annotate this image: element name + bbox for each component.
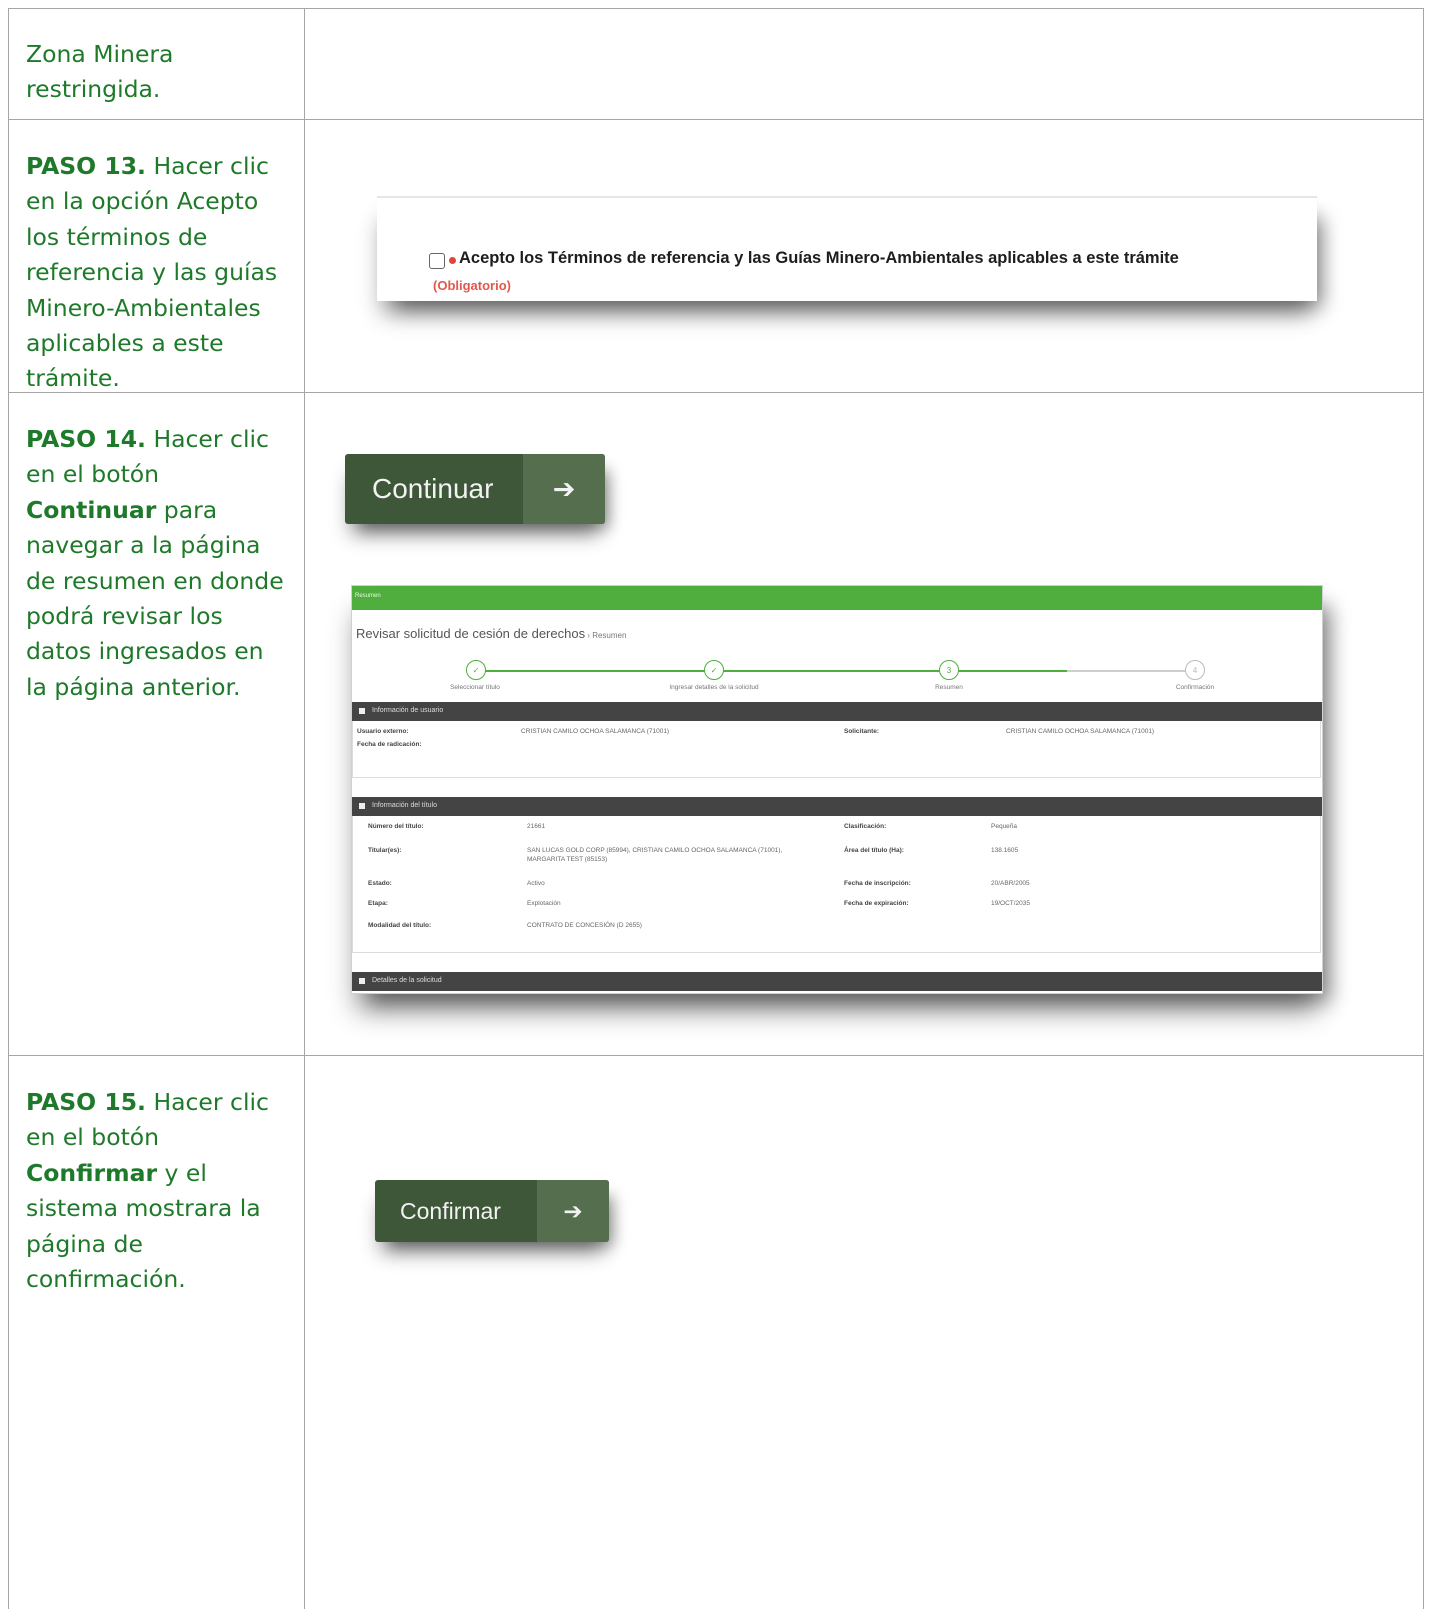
progress-line-pending — [1067, 670, 1187, 672]
step-label: Seleccionar título — [450, 684, 500, 691]
section-title: Detalles de la solicitud — [372, 977, 442, 984]
breadcrumb: › Resumen — [585, 631, 627, 640]
summary-header-bar: Resumen — [352, 586, 1322, 610]
row-paso-15: PASO 15. Hacer clic en el botón Confirma… — [9, 1056, 1423, 1609]
step-number: PASO 14. — [26, 425, 146, 453]
field-label: Modalidad del título: — [368, 922, 432, 929]
square-icon — [359, 803, 365, 809]
field-value: Explotación — [527, 900, 561, 907]
progress-line — [476, 670, 716, 672]
confirmar-button-label: Confirmar — [400, 1197, 501, 1224]
arrow-right-icon: ➔ — [523, 454, 605, 524]
step-number: PASO 13. — [26, 152, 146, 180]
field-label: Fecha de expiración: — [844, 900, 909, 907]
terms-acceptance-panel: Acepto los Términos de referencia y las … — [377, 196, 1317, 301]
field-value: 21661 — [527, 823, 546, 830]
field-value: CONTRATO DE CONCESIÓN (D 2655) — [527, 922, 642, 929]
step-description: para navegar a la página de resumen en d… — [26, 495, 284, 701]
summary-page-screenshot: Resumen Revisar solicitud de cesión de d… — [351, 585, 1323, 994]
progress-line — [716, 670, 947, 672]
summary-title: Revisar solicitud de cesión de derechos … — [356, 626, 626, 641]
field-label: Usuario externo: — [357, 728, 409, 735]
paso-14-text: PASO 14. Hacer clic en el botón Continua… — [26, 422, 286, 705]
field-value: CRISTIAN CAMILO OCHOA SALAMANCA (71001) — [521, 728, 670, 735]
summary-title-text: Revisar solicitud de cesión de derechos — [356, 626, 586, 641]
field-label: Estado: — [368, 880, 392, 887]
confirmar-button[interactable]: Confirmar ➔ — [375, 1180, 609, 1242]
row-zona-minera: Zona Minera restringida. — [9, 9, 1423, 120]
step-2-done-icon: ✓ — [704, 660, 724, 680]
terms-checkbox-label[interactable]: Acepto los Términos de referencia y las … — [459, 249, 1179, 268]
row-paso-13: PASO 13. Hacer clic en la opción Acepto … — [9, 120, 1423, 393]
step-4-pending: 4 — [1185, 660, 1205, 680]
user-icon — [359, 708, 365, 714]
paso-15-text: PASO 15. Hacer clic en el botón Confirma… — [26, 1085, 286, 1297]
confirmar-reference: Confirmar — [26, 1158, 158, 1187]
field-value: 20/ABR/2005 — [991, 880, 1030, 887]
title-info-section-header: Información del título — [352, 797, 1322, 816]
field-label: Fecha de inscripción: — [844, 880, 911, 887]
field-value: CRISTIAN CAMILO OCHOA SALAMANCA (71001) — [1006, 728, 1155, 735]
step-label: Confirmación — [1175, 684, 1215, 691]
square-icon — [359, 978, 365, 984]
required-hint: (Obligatorio) — [433, 278, 511, 293]
step-description: Hacer clic en la opción Acepto los térmi… — [26, 152, 278, 393]
field-label: Fecha de radicación: — [357, 741, 422, 748]
details-section-header: Detalles de la solicitud — [352, 972, 1322, 991]
field-label: Titular(es): — [368, 847, 402, 854]
arrow-right-icon: ➔ — [537, 1180, 609, 1242]
step-1-done-icon: ✓ — [466, 660, 486, 680]
row-paso-14: PASO 14. Hacer clic en el botón Continua… — [9, 393, 1423, 1056]
continuar-reference: Continuar — [26, 495, 157, 524]
step-number: PASO 15. — [26, 1088, 146, 1116]
terms-checkbox[interactable] — [429, 253, 445, 269]
field-value: Pequeña — [991, 823, 1018, 830]
field-value: Activo — [527, 880, 545, 887]
field-label: Etapa: — [368, 900, 388, 907]
step-label: Resumen — [935, 684, 963, 691]
zona-minera-text: Zona Minera restringida. — [26, 40, 174, 104]
section-title: Información del título — [372, 802, 437, 809]
field-label: Área del título (Ha): — [844, 847, 904, 854]
field-value: SAN LUCAS GOLD CORP (85994), CRISTIAN CA… — [527, 847, 783, 854]
required-indicator-icon — [449, 257, 456, 264]
paso-13-text: PASO 13. Hacer clic en la opción Acepto … — [26, 149, 286, 397]
instructions-table: Zona Minera restringida. PASO 13. Hacer … — [8, 8, 1424, 1609]
progress-line — [947, 670, 1067, 672]
title-info-box: Número del título: 21661 Clasificación: … — [352, 816, 1321, 953]
field-value: 19/OCT/2035 — [991, 900, 1031, 907]
user-info-box: Usuario externo: CRISTIAN CAMILO OCHOA S… — [352, 721, 1321, 778]
field-label: Número del título: — [368, 823, 424, 830]
step-label: Ingresar detalles de la solicitud — [669, 684, 759, 691]
continuar-button-label: Continuar — [372, 473, 494, 504]
field-label: Clasificación: — [844, 823, 887, 830]
user-info-section-header: Información de usuario — [352, 702, 1322, 721]
field-value: 138.1605 — [991, 847, 1019, 854]
field-value: MARGARITA TEST (85153) — [527, 856, 608, 863]
continuar-button[interactable]: Continuar ➔ — [345, 454, 605, 524]
field-label: Solicitante: — [844, 728, 880, 735]
step-3-current: 3 — [939, 660, 959, 680]
section-title: Información de usuario — [372, 707, 444, 714]
summary-header-label: Resumen — [355, 593, 381, 599]
